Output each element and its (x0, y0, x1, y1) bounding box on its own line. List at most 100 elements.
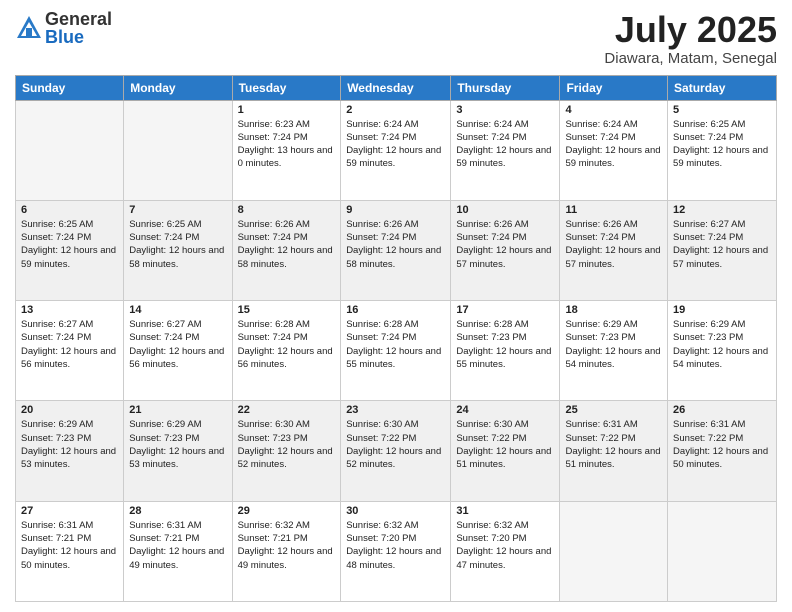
day-info: Sunrise: 6:27 AM Sunset: 7:24 PM Dayligh… (21, 318, 118, 371)
day-info: Sunrise: 6:26 AM Sunset: 7:24 PM Dayligh… (456, 218, 554, 271)
calendar-cell: 18 Sunrise: 6:29 AM Sunset: 7:23 PM Dayli… (560, 301, 668, 401)
day-number: 12 (673, 204, 771, 216)
calendar-cell: 19Sunrise: 6:29 AM Sunset: 7:23 PM Dayli… (668, 301, 777, 401)
col-saturday: Saturday (668, 75, 777, 100)
day-number: 22 (238, 404, 336, 416)
day-number: 23 (346, 404, 445, 416)
col-thursday: Thursday (451, 75, 560, 100)
day-number: 21 (129, 404, 226, 416)
day-info: Sunrise: 6:31 AM Sunset: 7:22 PM Dayligh… (673, 418, 771, 471)
calendar-cell: 27Sunrise: 6:31 AM Sunset: 7:21 PM Dayli… (16, 501, 124, 601)
calendar-cell: 14 Sunrise: 6:27 AM Sunset: 7:24 PM Dayli… (124, 301, 232, 401)
day-info: Sunrise: 6:32 AM Sunset: 7:20 PM Dayligh… (346, 519, 445, 572)
day-number: 1 (238, 104, 336, 116)
calendar-header-row: Sunday Monday Tuesday Wednesday Thursday… (16, 75, 777, 100)
calendar-cell: 22 Sunrise: 6:30 AM Sunset: 7:23 PM Dayli… (232, 401, 341, 501)
col-monday: Monday (124, 75, 232, 100)
calendar-cell: 23 Sunrise: 6:30 AM Sunset: 7:22 PM Dayli… (341, 401, 451, 501)
day-number: 5 (673, 104, 771, 116)
day-number: 17 (456, 304, 554, 316)
col-friday: Friday (560, 75, 668, 100)
header: General Blue July 2025 Diawara, Matam, S… (15, 10, 777, 67)
day-info: Sunrise: 6:27 AM Sunset: 7:24 PM Dayligh… (673, 218, 771, 271)
day-number: 10 (456, 204, 554, 216)
logo-blue-text: Blue (45, 28, 112, 46)
calendar-table: Sunday Monday Tuesday Wednesday Thursday… (15, 75, 777, 602)
day-number: 8 (238, 204, 336, 216)
day-number: 9 (346, 204, 445, 216)
calendar-cell: 8 Sunrise: 6:26 AM Sunset: 7:24 PM Daylig… (232, 200, 341, 300)
day-info: Sunrise: 6:25 AM Sunset: 7:24 PM Dayligh… (129, 218, 226, 271)
day-info: Sunrise: 6:27 AM Sunset: 7:24 PM Dayligh… (129, 318, 226, 371)
calendar-cell: 25 Sunrise: 6:31 AM Sunset: 7:22 PM Dayli… (560, 401, 668, 501)
calendar-cell: 21Sunrise: 6:29 AM Sunset: 7:23 PM Dayli… (124, 401, 232, 501)
day-info: Sunrise: 6:26 AM Sunset: 7:24 PM Dayligh… (565, 218, 662, 271)
day-number: 3 (456, 104, 554, 116)
calendar-cell: 13Sunrise: 6:27 AM Sunset: 7:24 PM Dayli… (16, 301, 124, 401)
calendar-cell (124, 100, 232, 200)
day-info: Sunrise: 6:23 AM Sunset: 7:24 PM Dayligh… (238, 118, 336, 171)
day-info: Sunrise: 6:28 AM Sunset: 7:23 PM Dayligh… (456, 318, 554, 371)
calendar-cell: 2 Sunrise: 6:24 AM Sunset: 7:24 PM Daylig… (341, 100, 451, 200)
day-number: 30 (346, 505, 445, 517)
calendar-cell (16, 100, 124, 200)
calendar-cell: 16Sunrise: 6:28 AM Sunset: 7:24 PM Dayli… (341, 301, 451, 401)
calendar-cell: 4 Sunrise: 6:24 AM Sunset: 7:24 PM Daylig… (560, 100, 668, 200)
day-number: 4 (565, 104, 662, 116)
calendar-cell: 12 Sunrise: 6:27 AM Sunset: 7:24 PM Dayli… (668, 200, 777, 300)
day-number: 11 (565, 204, 662, 216)
calendar-location: Diawara, Matam, Senegal (604, 50, 777, 67)
calendar-cell: 20 Sunrise: 6:29 AM Sunset: 7:23 PM Dayli… (16, 401, 124, 501)
day-info: Sunrise: 6:29 AM Sunset: 7:23 PM Dayligh… (565, 318, 662, 371)
day-info: Sunrise: 6:24 AM Sunset: 7:24 PM Dayligh… (456, 118, 554, 171)
calendar-cell: 29 Sunrise: 6:32 AM Sunset: 7:21 PM Dayli… (232, 501, 341, 601)
day-info: Sunrise: 6:32 AM Sunset: 7:21 PM Dayligh… (238, 519, 336, 572)
calendar-cell (668, 501, 777, 601)
calendar-body: 1 Sunrise: 6:23 AM Sunset: 7:24 PM Daylig… (16, 100, 777, 601)
day-info: Sunrise: 6:24 AM Sunset: 7:24 PM Dayligh… (346, 118, 445, 171)
day-number: 25 (565, 404, 662, 416)
day-info: Sunrise: 6:30 AM Sunset: 7:23 PM Dayligh… (238, 418, 336, 471)
col-wednesday: Wednesday (341, 75, 451, 100)
day-info: Sunrise: 6:30 AM Sunset: 7:22 PM Dayligh… (346, 418, 445, 471)
day-number: 20 (21, 404, 118, 416)
page: General Blue July 2025 Diawara, Matam, S… (0, 0, 792, 612)
logo-general-text: General (45, 10, 112, 28)
day-number: 26 (673, 404, 771, 416)
day-info: Sunrise: 6:24 AM Sunset: 7:24 PM Dayligh… (565, 118, 662, 171)
day-info: Sunrise: 6:30 AM Sunset: 7:22 PM Dayligh… (456, 418, 554, 471)
day-info: Sunrise: 6:26 AM Sunset: 7:24 PM Dayligh… (238, 218, 336, 271)
day-info: Sunrise: 6:25 AM Sunset: 7:24 PM Dayligh… (673, 118, 771, 171)
day-number: 31 (456, 505, 554, 517)
logo-text: General Blue (45, 10, 112, 46)
day-info: Sunrise: 6:31 AM Sunset: 7:22 PM Dayligh… (565, 418, 662, 471)
calendar-cell: 3 Sunrise: 6:24 AM Sunset: 7:24 PM Daylig… (451, 100, 560, 200)
day-info: Sunrise: 6:28 AM Sunset: 7:24 PM Dayligh… (346, 318, 445, 371)
day-info: Sunrise: 6:32 AM Sunset: 7:20 PM Dayligh… (456, 519, 554, 572)
logo-icon (15, 14, 43, 42)
day-number: 18 (565, 304, 662, 316)
calendar-cell: 31 Sunrise: 6:32 AM Sunset: 7:20 PM Dayli… (451, 501, 560, 601)
day-number: 14 (129, 304, 226, 316)
day-info: Sunrise: 6:28 AM Sunset: 7:24 PM Dayligh… (238, 318, 336, 371)
day-number: 24 (456, 404, 554, 416)
calendar-title: July 2025 (604, 10, 777, 50)
calendar-cell (560, 501, 668, 601)
day-info: Sunrise: 6:29 AM Sunset: 7:23 PM Dayligh… (21, 418, 118, 471)
calendar-cell: 30 Sunrise: 6:32 AM Sunset: 7:20 PM Dayli… (341, 501, 451, 601)
day-number: 29 (238, 505, 336, 517)
calendar-cell: 5 Sunrise: 6:25 AM Sunset: 7:24 PM Daylig… (668, 100, 777, 200)
day-number: 2 (346, 104, 445, 116)
calendar-week-row: 20 Sunrise: 6:29 AM Sunset: 7:23 PM Dayli… (16, 401, 777, 501)
calendar-cell: 9Sunrise: 6:26 AM Sunset: 7:24 PM Daylig… (341, 200, 451, 300)
calendar-cell: 11 Sunrise: 6:26 AM Sunset: 7:24 PM Dayli… (560, 200, 668, 300)
calendar-cell: 7 Sunrise: 6:25 AM Sunset: 7:24 PM Daylig… (124, 200, 232, 300)
calendar-week-row: 13Sunrise: 6:27 AM Sunset: 7:24 PM Dayli… (16, 301, 777, 401)
calendar-cell: 26 Sunrise: 6:31 AM Sunset: 7:22 PM Dayli… (668, 401, 777, 501)
calendar-cell: 17 Sunrise: 6:28 AM Sunset: 7:23 PM Dayli… (451, 301, 560, 401)
day-number: 7 (129, 204, 226, 216)
day-number: 28 (129, 505, 226, 517)
calendar-cell: 1 Sunrise: 6:23 AM Sunset: 7:24 PM Daylig… (232, 100, 341, 200)
calendar-week-row: 27Sunrise: 6:31 AM Sunset: 7:21 PM Dayli… (16, 501, 777, 601)
col-tuesday: Tuesday (232, 75, 341, 100)
